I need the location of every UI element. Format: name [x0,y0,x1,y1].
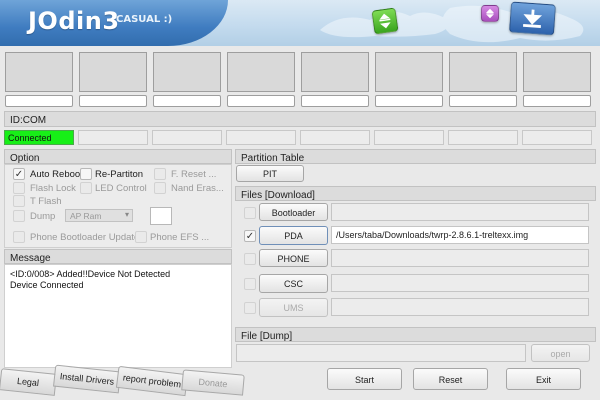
tab-legal[interactable]: Legal [0,368,57,396]
port-label-7 [449,95,517,107]
nand-erase-checkbox[interactable] [154,182,166,194]
bootloader-checkbox[interactable] [244,207,256,219]
flash-lock-label: Flash Lock [30,183,76,194]
phone-efs-label: Phone EFS ... [150,232,210,243]
bootloader-path-field[interactable] [331,203,589,221]
phone-efs-checkbox[interactable] [135,231,147,243]
port-label-1 [5,95,73,107]
port-label-2 [79,95,147,107]
port-label-4 [227,95,295,107]
re-partition-label: Re-Partiton [95,169,144,180]
message-line: Device Connected [10,280,84,290]
message-line: <ID:0/008> Added!!Device Not Detected [10,269,171,279]
port-label-5 [301,95,369,107]
message-section-title: Message [4,249,232,264]
led-control-label: LED Control [95,183,147,194]
reset-button[interactable]: Reset [413,368,488,390]
tab-donate[interactable]: Donate [181,369,245,396]
port-slot-8 [523,52,591,92]
app-header: JOdin3 CASUAL :) [0,0,600,46]
csc-button[interactable]: CSC [259,274,328,293]
start-button[interactable]: Start [327,368,402,390]
port-slot-7 [449,52,517,92]
f-reset-label: F. Reset ... [171,169,217,180]
ums-path-field[interactable] [331,298,589,316]
download-icon [508,1,557,36]
port-label-6 [375,95,443,107]
exit-button[interactable]: Exit [506,368,581,390]
pit-button[interactable]: PIT [236,165,304,182]
csc-path-field[interactable] [331,274,589,292]
app-title: JOdin3 [28,7,120,35]
auto-reboot-checkbox[interactable]: ✓ [13,168,25,180]
com-cell-2 [78,130,148,145]
re-partition-checkbox[interactable] [80,168,92,180]
com-cell-7 [448,130,518,145]
port-slot-3 [153,52,221,92]
dump-label: Dump [30,211,56,222]
com-cell-5 [300,130,370,145]
pda-path-field[interactable]: /Users/taba/Downloads/twrp-2.8.6.1-trelt… [331,226,589,244]
brand-banner: JOdin3 CASUAL :) [0,0,228,46]
open-button[interactable]: open [531,344,590,362]
app-subtitle: CASUAL :) [116,14,173,25]
port-slot-5 [301,52,369,92]
ums-checkbox[interactable] [244,302,256,314]
port-slot-2 [79,52,147,92]
partition-table-title: Partition Table [235,149,596,164]
dump-checkbox[interactable] [13,210,25,222]
ums-button[interactable]: UMS [259,298,328,317]
phone-checkbox[interactable] [244,253,256,265]
bootloader-button[interactable]: Bootloader [259,203,328,221]
dump-source-select[interactable]: AP Ram ▾ [65,209,133,222]
com-cell-8 [522,130,592,145]
tab-report-problem[interactable]: report problem [115,365,189,397]
port-label-8 [523,95,591,107]
phone-bootloader-update-checkbox[interactable] [13,231,25,243]
port-slot-6 [375,52,443,92]
t-flash-checkbox[interactable] [13,195,25,207]
com-cell-6 [374,130,444,145]
pda-checkbox[interactable]: ✓ [244,230,256,242]
transfer-icon [481,5,499,22]
auto-reboot-label: Auto Reboo [30,169,81,180]
flash-lock-checkbox[interactable] [13,182,25,194]
com-cell-3 [152,130,222,145]
com-status-connected: Connected [4,130,74,145]
phone-bootloader-update-label: Phone Bootloader Update [30,232,140,243]
chevron-down-icon: ▾ [124,210,129,219]
dump-field[interactable] [150,207,172,225]
nand-erase-label: Nand Eras... [171,183,224,194]
dump-source-value: AP Ram [70,211,102,221]
phone-button[interactable]: PHONE [259,249,328,267]
t-flash-label: T Flash [30,196,62,207]
message-log: <ID:0/008> Added!!Device Not Detected De… [4,264,232,368]
port-label-3 [153,95,221,107]
option-section-title: Option [4,149,232,164]
tab-install-drivers[interactable]: Install Drivers [53,364,121,394]
dump-path-field[interactable] [236,344,526,362]
port-slot-4 [227,52,295,92]
files-download-title: Files [Download] [235,186,596,201]
f-reset-checkbox[interactable] [154,168,166,180]
pda-button[interactable]: PDA [259,226,328,245]
port-slot-1 [5,52,73,92]
file-dump-title: File [Dump] [235,327,596,342]
csc-checkbox[interactable] [244,278,256,290]
upload-download-icon [371,7,399,35]
id-com-header: ID:COM [4,111,596,127]
phone-path-field[interactable] [331,249,589,267]
com-cell-4 [226,130,296,145]
led-control-checkbox[interactable] [80,182,92,194]
